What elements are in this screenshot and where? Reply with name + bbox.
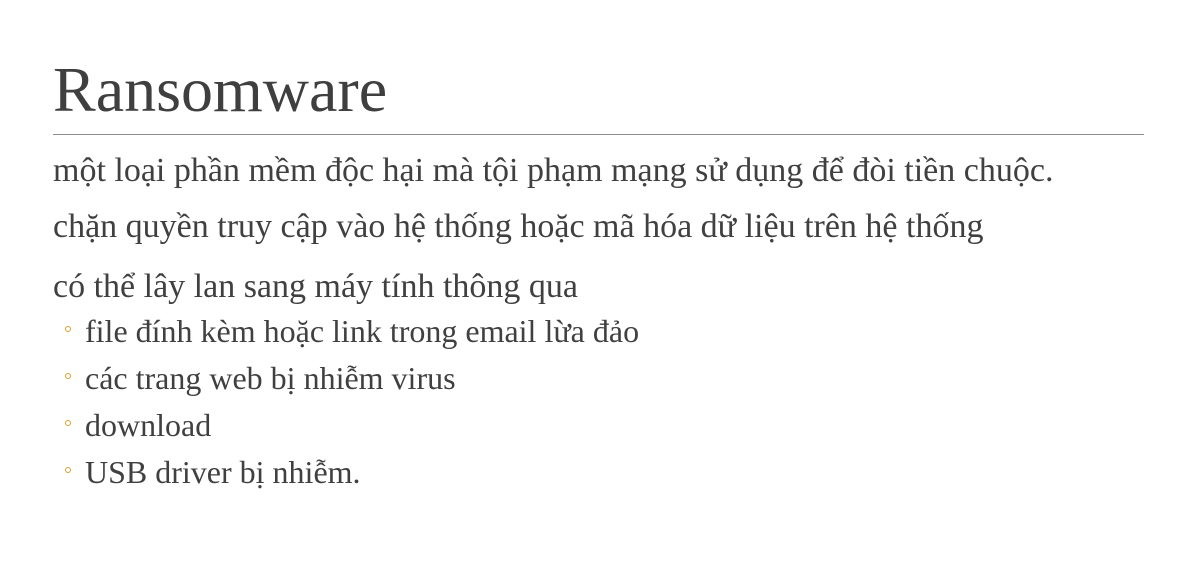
hollow-circle-bullet-icon <box>65 420 71 426</box>
spread-vectors-list: file đính kèm hoặc link trong email lừa … <box>53 308 1137 496</box>
body-paragraph-spread: có thể lây lan sang máy tính thông qua <box>53 268 578 305</box>
list-item-text: file đính kèm hoặc link trong email lừa … <box>85 313 640 349</box>
hollow-circle-bullet-icon <box>65 373 71 379</box>
slide: Ransomware một loại phần mềm độc hại mà … <box>0 0 1179 583</box>
slide-body: một loại phần mềm độc hại mà tội phạm mạ… <box>53 150 1137 496</box>
list-item-text: các trang web bị nhiễm virus <box>85 360 456 396</box>
title-divider <box>53 134 1144 135</box>
list-item: USB driver bị nhiễm. <box>53 449 1137 496</box>
list-item: file đính kèm hoặc link trong email lừa … <box>53 308 1137 355</box>
list-item-text: download <box>85 407 212 443</box>
list-item: các trang web bị nhiễm virus <box>53 355 1137 402</box>
hollow-circle-bullet-icon <box>65 326 71 332</box>
hollow-circle-bullet-icon <box>65 467 71 473</box>
list-item: download <box>53 402 1137 449</box>
slide-title: Ransomware <box>53 54 388 125</box>
body-paragraph-definition: một loại phần mềm độc hại mà tội phạm mạ… <box>53 152 1054 189</box>
body-paragraph-effect: chặn quyền truy cập vào hệ thống hoặc mã… <box>53 208 984 245</box>
list-item-text: USB driver bị nhiễm. <box>85 454 361 490</box>
